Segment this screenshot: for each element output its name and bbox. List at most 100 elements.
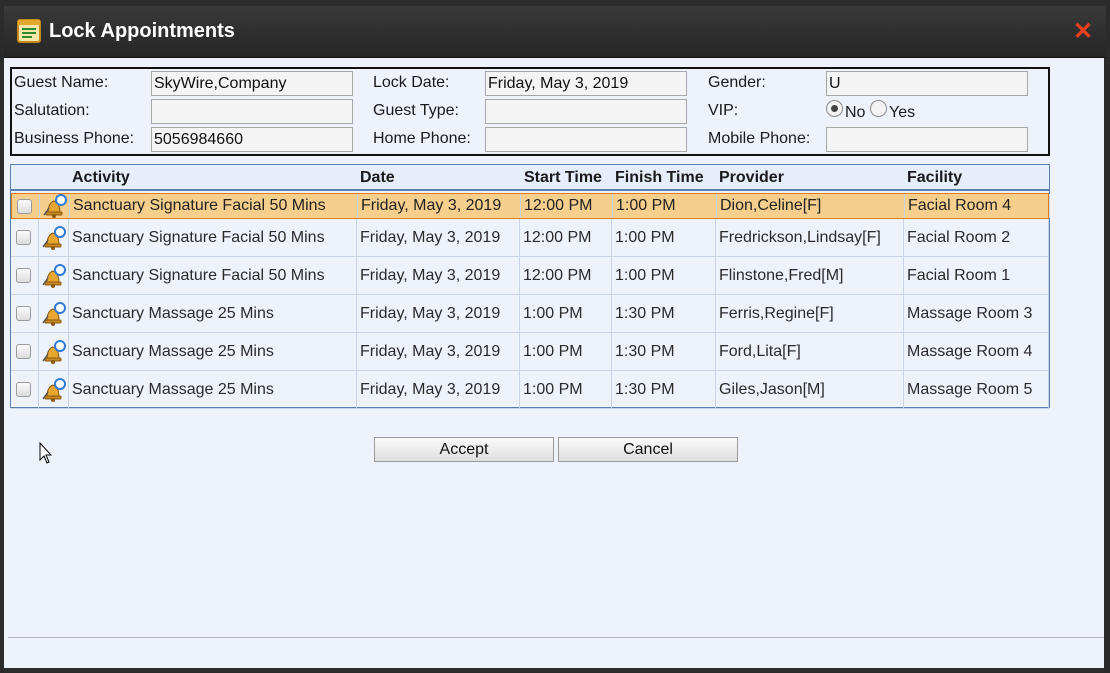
guest-info-panel: Guest Name: Salutation: Business Phone: … <box>10 67 1050 156</box>
calendar-note-icon <box>17 19 41 43</box>
cell-date: Friday, May 3, 2019 <box>357 219 520 256</box>
column-date[interactable]: Date <box>360 169 395 187</box>
row-checkbox[interactable] <box>16 230 31 245</box>
cell-facility-text: Massage Room 4 <box>907 342 1033 360</box>
row-checkbox[interactable] <box>16 382 31 397</box>
dialog-body: Guest Name: Salutation: Business Phone: … <box>4 58 1104 668</box>
row-checkbox[interactable] <box>16 344 31 359</box>
cell-facility: Facial Room 2 <box>904 219 1049 256</box>
cell-start-text: 12:00 PM <box>523 266 592 284</box>
table-row[interactable]: Sanctuary Signature Facial 50 Mins Friday… <box>11 219 1049 257</box>
salutation-label: Salutation: <box>14 102 90 119</box>
cell-start: 1:00 PM <box>520 371 612 408</box>
bell-lock-icon <box>43 194 67 218</box>
cell-start: 12:00 PM <box>520 219 612 256</box>
guest-type-label: Guest Type: <box>373 102 459 119</box>
gender-label: Gender: <box>708 74 766 91</box>
guest-type-field[interactable] <box>485 99 687 124</box>
cell-start-text: 12:00 PM <box>524 197 593 214</box>
cell-date-text: Friday, May 3, 2019 <box>360 228 501 246</box>
cell-facility-text: Massage Room 5 <box>907 380 1033 398</box>
salutation-field[interactable] <box>151 99 353 124</box>
cell-start: 12:00 PM <box>521 194 613 218</box>
cell-facility-text: Facial Room 1 <box>907 266 1011 284</box>
row-checkbox[interactable] <box>17 198 32 214</box>
row-checkbox-cell <box>12 194 40 218</box>
cell-start-text: 1:00 PM <box>523 342 583 360</box>
cell-activity: Sanctuary Signature Facial 50 Mins <box>69 219 357 256</box>
cell-activity-text: Sanctuary Signature Facial 50 Mins <box>72 266 325 284</box>
row-icon-cell <box>39 371 69 408</box>
vip-no-radio[interactable] <box>826 100 843 117</box>
cell-finish-text: 1:00 PM <box>616 197 676 214</box>
row-checkbox-cell <box>11 295 39 332</box>
cell-finish-text: 1:00 PM <box>615 266 675 284</box>
cell-provider-text: Flinstone,Fred[M] <box>719 266 844 284</box>
lock-appointments-dialog: Lock Appointments ✕ Guest Name: Salutati… <box>0 0 1110 673</box>
cell-activity-text: Sanctuary Massage 25 Mins <box>72 342 274 360</box>
cell-facility: Massage Room 3 <box>904 295 1049 332</box>
cell-activity: Sanctuary Massage 25 Mins <box>69 333 357 370</box>
column-provider[interactable]: Provider <box>719 169 784 187</box>
home-phone-field[interactable] <box>485 127 687 152</box>
lock-date-label: Lock Date: <box>373 74 450 91</box>
bell-lock-icon <box>42 225 66 250</box>
mobile-phone-field[interactable] <box>826 127 1028 152</box>
row-checkbox[interactable] <box>16 268 31 283</box>
cancel-button[interactable]: Cancel <box>558 437 738 462</box>
mobile-phone-label: Mobile Phone: <box>708 130 811 147</box>
cell-activity: Sanctuary Massage 25 Mins <box>69 371 357 408</box>
cell-activity: Sanctuary Massage 25 Mins <box>69 295 357 332</box>
row-checkbox[interactable] <box>16 306 31 321</box>
cell-provider: Dion,Celine[F] <box>717 194 905 218</box>
table-row[interactable]: Sanctuary Signature Facial 50 Mins Friday… <box>11 257 1049 295</box>
cell-finish: 1:00 PM <box>612 257 716 294</box>
lock-date-field[interactable] <box>485 71 687 96</box>
business-phone-field[interactable] <box>151 127 353 152</box>
cell-facility-text: Massage Room 3 <box>907 304 1033 322</box>
cell-date-text: Friday, May 3, 2019 <box>360 380 501 398</box>
vip-yes-radio[interactable] <box>870 100 887 117</box>
cell-start-text: 12:00 PM <box>523 228 592 246</box>
table-row[interactable]: Sanctuary Massage 25 Mins Friday, May 3, … <box>11 371 1049 409</box>
cell-finish: 1:30 PM <box>612 371 716 408</box>
cell-date-text: Friday, May 3, 2019 <box>360 304 501 322</box>
cell-date: Friday, May 3, 2019 <box>358 194 521 218</box>
column-start-time[interactable]: Start Time <box>524 169 602 187</box>
gender-field[interactable] <box>826 71 1028 96</box>
cell-date: Friday, May 3, 2019 <box>357 333 520 370</box>
cell-start: 1:00 PM <box>520 333 612 370</box>
cell-start: 1:00 PM <box>520 295 612 332</box>
cell-date: Friday, May 3, 2019 <box>357 257 520 294</box>
column-activity[interactable]: Activity <box>72 169 130 187</box>
table-row[interactable]: Sanctuary Massage 25 Mins Friday, May 3, … <box>11 333 1049 371</box>
table-row[interactable]: Sanctuary Massage 25 Mins Friday, May 3, … <box>11 295 1049 333</box>
business-phone-label: Business Phone: <box>14 130 135 147</box>
cell-finish-text: 1:00 PM <box>615 228 675 246</box>
accept-button[interactable]: Accept <box>374 437 554 462</box>
cell-activity-text: Sanctuary Massage 25 Mins <box>72 304 274 322</box>
bell-lock-icon <box>42 301 66 326</box>
close-icon[interactable]: ✕ <box>1072 20 1094 44</box>
cell-provider: Giles,Jason[M] <box>716 371 904 408</box>
cell-facility-text: Facial Room 4 <box>908 197 1012 214</box>
cell-activity-text: Sanctuary Signature Facial 50 Mins <box>73 197 326 214</box>
cell-finish: 1:00 PM <box>613 194 717 218</box>
cell-facility: Facial Room 1 <box>904 257 1049 294</box>
cell-provider-text: Giles,Jason[M] <box>719 380 825 398</box>
row-icon-cell <box>39 333 69 370</box>
cell-finish: 1:30 PM <box>612 295 716 332</box>
cell-facility: Massage Room 4 <box>904 333 1049 370</box>
row-checkbox-cell <box>11 333 39 370</box>
column-facility[interactable]: Facility <box>907 169 962 187</box>
cell-date-text: Friday, May 3, 2019 <box>361 197 502 214</box>
column-finish-time[interactable]: Finish Time <box>615 169 704 187</box>
cell-start-text: 1:00 PM <box>523 304 583 322</box>
table-row[interactable]: Sanctuary Signature Facial 50 Mins Friday… <box>11 193 1050 219</box>
title-bar: Lock Appointments ✕ <box>4 6 1106 58</box>
dialog-title: Lock Appointments <box>49 20 235 42</box>
guest-name-label: Guest Name: <box>14 74 109 91</box>
guest-name-field[interactable] <box>151 71 353 96</box>
vip-no-label: No <box>845 104 866 121</box>
cell-finish-text: 1:30 PM <box>615 380 675 398</box>
